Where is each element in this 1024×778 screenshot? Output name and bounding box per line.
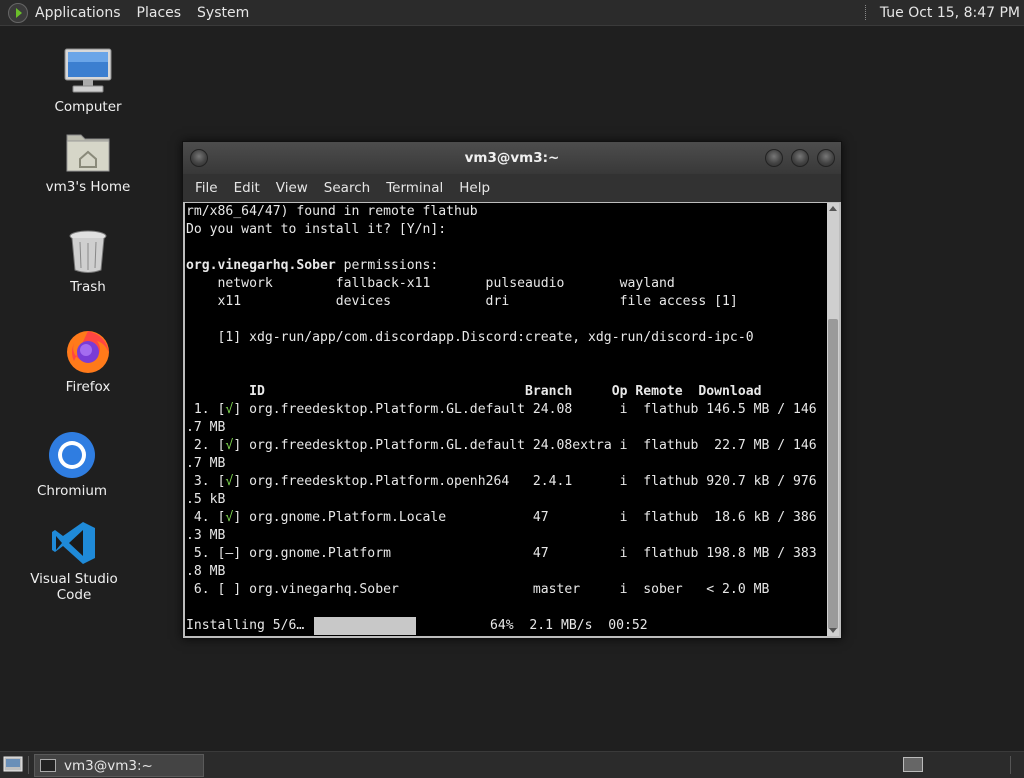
- desktop-icon-label: Visual Studio Code: [30, 571, 118, 603]
- table-row-wrap: .5 kB: [186, 492, 226, 507]
- menu-terminal[interactable]: Terminal: [386, 180, 443, 196]
- taskbar-item-label: vm3@vm3:~: [64, 757, 153, 774]
- workspace-switcher[interactable]: [903, 757, 923, 772]
- top-panel: Applications Places System Tue Oct 15, 8…: [0, 0, 1024, 26]
- terminal-line: Do you want to install it? [Y/n]:: [186, 222, 447, 237]
- terminal-line: network fallback-x11 pulseaudio wayland: [186, 276, 675, 291]
- terminal-scrollbar[interactable]: [827, 203, 839, 636]
- window-menu-icon[interactable]: [190, 149, 208, 167]
- taskbar-item-terminal[interactable]: vm3@vm3:~: [34, 754, 204, 777]
- desktop-icon-vscode[interactable]: Visual Studio Code: [14, 518, 134, 603]
- close-button[interactable]: [817, 149, 835, 167]
- terminal-window[interactable]: vm3@vm3:~ File Edit View Search Terminal…: [182, 141, 842, 639]
- desktop-icon-label: Computer: [54, 99, 122, 115]
- minimize-button[interactable]: [765, 149, 783, 167]
- terminal-line: org.vinegarhq.Sober permissions:: [186, 257, 438, 275]
- row-text: ] org.freedesktop.Platform.GL.default 24…: [233, 438, 817, 453]
- table-row: 6. [ ] org.vinegarhq.Sober master i sobe…: [186, 582, 770, 597]
- progress-stats: 64% 2.1 MB/s 00:52: [490, 618, 648, 633]
- terminal-output[interactable]: rm/x86_64/47) found in remote flathub Do…: [185, 203, 827, 636]
- desktop-icon-trash[interactable]: Trash: [28, 226, 148, 295]
- table-row: 3. [√] org.freedesktop.Platform.openh264…: [186, 473, 817, 491]
- places-menu[interactable]: Places: [137, 5, 182, 21]
- table-row-wrap: .3 MB: [186, 528, 226, 543]
- table-row-wrap: .7 MB: [186, 456, 226, 471]
- panel-separator: [864, 5, 872, 20]
- bottom-panel: vm3@vm3:~: [0, 751, 1024, 778]
- menu-file[interactable]: File: [195, 180, 218, 196]
- row-index: 4. [: [186, 510, 226, 525]
- table-row: 2. [√] org.freedesktop.Platform.GL.defau…: [186, 437, 817, 455]
- chromium-icon: [49, 432, 95, 478]
- vscode-icon: [52, 522, 95, 564]
- window-titlebar[interactable]: vm3@vm3:~: [183, 142, 841, 174]
- desktop-icon-label: vm3's Home: [45, 179, 131, 195]
- row-index: 3. [: [186, 474, 226, 489]
- progress-bar: [314, 617, 416, 635]
- window-title: vm3@vm3:~: [464, 150, 560, 166]
- menu-search[interactable]: Search: [324, 180, 370, 196]
- table-row: 4. [√] org.gnome.Platform.Locale 47 i fl…: [186, 509, 817, 527]
- permissions-label: permissions:: [335, 258, 439, 273]
- menu-edit[interactable]: Edit: [234, 180, 260, 196]
- app-id-text: org.vinegarhq.Sober: [186, 258, 336, 273]
- panel-separator: [28, 756, 29, 774]
- menu-view[interactable]: View: [276, 180, 308, 196]
- row-index: 1. [: [186, 402, 226, 417]
- table-row: 1. [√] org.freedesktop.Platform.GL.defau…: [186, 401, 817, 419]
- table-row-wrap: .8 MB: [186, 564, 226, 579]
- scroll-up-icon[interactable]: [829, 206, 837, 211]
- desktop-icon-firefox[interactable]: Firefox: [28, 326, 148, 395]
- desktop-icon-label: Chromium: [36, 483, 108, 499]
- scrollbar-thumb[interactable]: [828, 319, 838, 629]
- desktop-icon-computer[interactable]: Computer: [28, 46, 148, 115]
- table-header: ID Branch Op Remote Download: [186, 384, 762, 399]
- firefox-icon: [67, 331, 109, 373]
- table-row-wrap: .7 MB: [186, 420, 226, 435]
- terminal-line: rm/x86_64/47) found in remote flathub: [186, 204, 478, 219]
- scroll-down-icon[interactable]: [829, 628, 837, 633]
- system-menu[interactable]: System: [197, 5, 249, 21]
- maximize-button[interactable]: [791, 149, 809, 167]
- row-text: ] org.freedesktop.Platform.GL.default 24…: [233, 402, 817, 417]
- distro-logo-icon[interactable]: [8, 2, 28, 23]
- show-desktop-icon[interactable]: [3, 756, 23, 772]
- trash-icon: [69, 230, 107, 273]
- menu-help[interactable]: Help: [459, 180, 490, 196]
- terminal-line: [1] xdg-run/app/com.discordapp.Discord:c…: [186, 330, 754, 345]
- terminal-icon: [40, 759, 56, 772]
- table-row: 5. [—] org.gnome.Platform 47 i flathub 1…: [186, 546, 817, 561]
- status-text: Installing 5/6…: [186, 618, 305, 633]
- computer-icon: [64, 48, 112, 93]
- applications-menu[interactable]: Applications: [35, 5, 121, 21]
- row-index: 2. [: [186, 438, 226, 453]
- row-text: ] org.freedesktop.Platform.openh264 2.4.…: [233, 474, 817, 489]
- desktop-icon-home[interactable]: vm3's Home: [28, 126, 148, 195]
- desktop-icon-label: Firefox: [65, 379, 111, 395]
- home-folder-icon: [66, 134, 110, 172]
- clock[interactable]: Tue Oct 15, 8:47 PM: [880, 5, 1020, 21]
- desktop-icon-label: Trash: [70, 279, 106, 295]
- desktop-icon-chromium[interactable]: Chromium: [12, 430, 132, 499]
- terminal-menubar: File Edit View Search Terminal Help: [183, 174, 841, 202]
- panel-separator: [1010, 756, 1011, 774]
- row-text: ] org.gnome.Platform.Locale 47 i flathub…: [233, 510, 817, 525]
- terminal-line: x11 devices dri file access [1]: [186, 294, 738, 309]
